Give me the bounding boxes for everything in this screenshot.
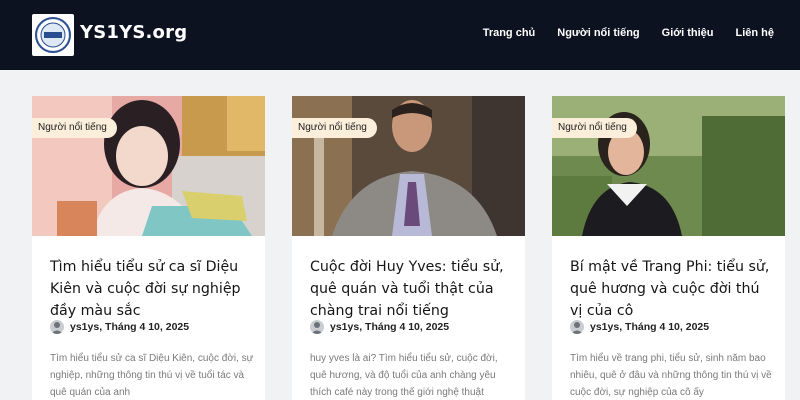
category-badge[interactable]: Người nổi tiếng [32, 118, 117, 138]
post-thumbnail[interactable]: Người nổi tiếng [292, 96, 525, 236]
post-meta: ys1ys, Tháng 4 10, 2025 [310, 320, 449, 334]
post-excerpt: Tìm hiểu tiểu sử ca sĩ Diệu Kiên, cuộc đ… [50, 353, 254, 398]
author-avatar [50, 320, 64, 334]
post-thumbnail-image [552, 96, 785, 236]
post-meta: ys1ys, Tháng 4 10, 2025 [570, 320, 709, 334]
post-thumbnail-image [32, 96, 265, 236]
post-author[interactable]: ys1ys [590, 321, 619, 333]
post-thumbnail[interactable]: Người nổi tiếng [32, 96, 265, 236]
post-thumbnail[interactable]: Người nổi tiếng [552, 96, 785, 236]
category-badge[interactable]: Người nổi tiếng [292, 118, 377, 138]
author-avatar [570, 320, 584, 334]
nav-link-celebrities[interactable]: Người nổi tiếng [557, 26, 639, 40]
post-thumbnail-image [292, 96, 525, 236]
post-title[interactable]: Cuộc đời Huy Yves: tiểu sử, quê quán và … [310, 256, 515, 322]
nav-link-contact[interactable]: Liên hệ [735, 26, 774, 40]
nav-link-home[interactable]: Trang chủ [483, 26, 536, 40]
site-header: YS1YS.org Trang chủ Người nổi tiếng Giới… [0, 0, 800, 70]
post-excerpt: Tìm hiểu về trang phi, tiểu sử, sinh năm… [570, 353, 772, 398]
post-author[interactable]: ys1ys [70, 321, 99, 333]
post-meta: ys1ys, Tháng 4 10, 2025 [50, 320, 189, 334]
post-card: Người nổi tiếng Tìm hiểu tiểu sử ca sĩ D… [32, 96, 265, 400]
post-title[interactable]: Tìm hiểu tiểu sử ca sĩ Diệu Kiên và cuộc… [50, 256, 255, 322]
post-card: Người nổi tiếng Cuộc đời Huy Yves: tiểu … [292, 96, 525, 400]
site-logo[interactable] [32, 14, 74, 56]
main-nav: Trang chủ Người nổi tiếng Giới thiệu Liê… [461, 26, 774, 40]
post-date: Tháng 4 10, 2025 [625, 321, 710, 333]
site-title[interactable]: YS1YS.org [80, 22, 187, 43]
category-badge[interactable]: Người nổi tiếng [552, 118, 637, 138]
post-author[interactable]: ys1ys [330, 321, 359, 333]
logo-emblem-icon [35, 17, 71, 53]
post-card: Người nổi tiếng Bí mật về Trang Phi: tiể… [552, 96, 785, 400]
post-date: Tháng 4 10, 2025 [365, 321, 450, 333]
author-avatar [310, 320, 324, 334]
post-date: Tháng 4 10, 2025 [105, 321, 190, 333]
nav-link-about[interactable]: Giới thiệu [662, 26, 714, 40]
post-title[interactable]: Bí mật về Trang Phi: tiểu sử, quê hương … [570, 256, 775, 322]
post-excerpt: huy yves là ai? Tìm hiểu tiểu sử, cuộc đ… [310, 353, 498, 398]
